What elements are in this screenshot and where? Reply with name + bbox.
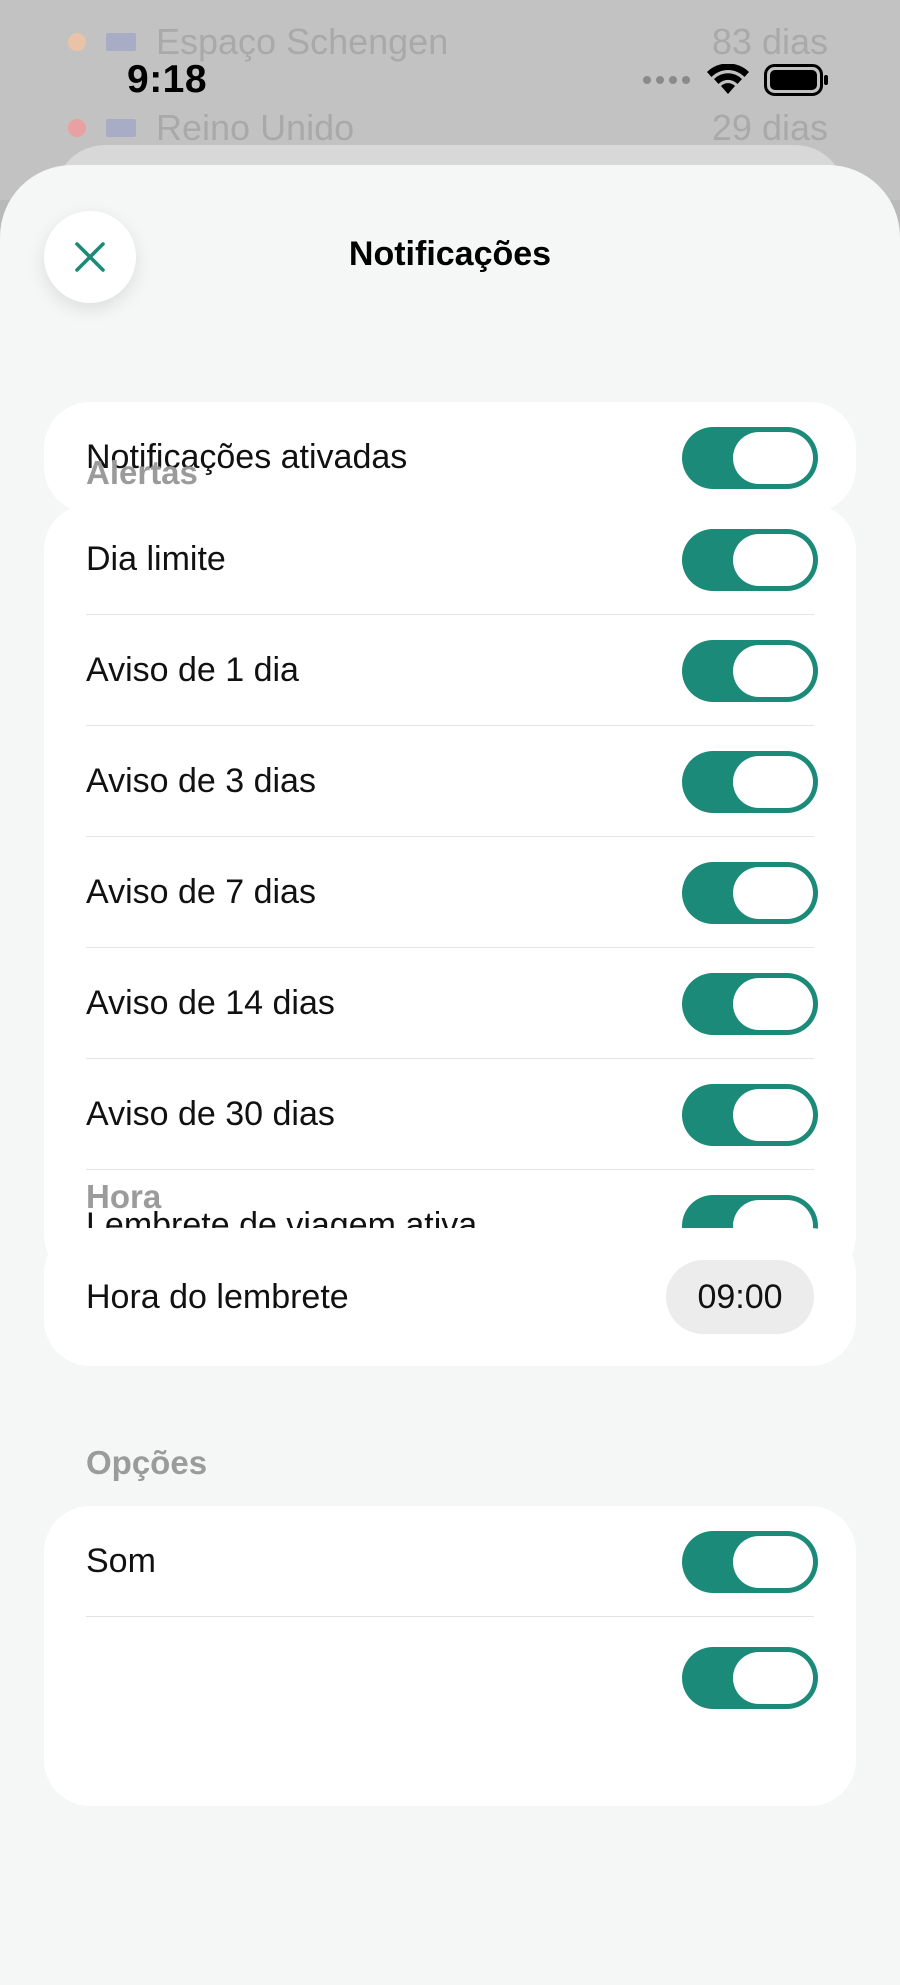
alert-row-30-days: Aviso de 30 dias (44, 1059, 856, 1170)
signal-dots-icon (643, 76, 690, 84)
toggle-knob (733, 1535, 813, 1588)
toggle-knob (733, 1088, 813, 1141)
alert-label: Aviso de 7 dias (86, 873, 316, 911)
toggle-knob (733, 866, 813, 919)
option-toggle-switch[interactable] (682, 1647, 818, 1709)
option-row-sound: Som (44, 1506, 856, 1617)
toggle-knob (733, 1652, 813, 1704)
reminder-time-label: Hora do lembrete (86, 1277, 349, 1316)
alert-label: Aviso de 30 dias (86, 1095, 335, 1133)
toggle-knob (733, 431, 813, 484)
reminder-time-picker[interactable]: 09:00 (666, 1260, 814, 1334)
alert-toggle-switch[interactable] (682, 639, 818, 702)
section-title-time: Hora (86, 1178, 162, 1215)
sheet-title: Notificações (348, 235, 552, 273)
alert-row-deadline: Dia limite (44, 504, 856, 615)
master-toggle-switch[interactable] (682, 426, 818, 489)
alert-label: Aviso de 14 dias (86, 984, 335, 1022)
alert-row-3-days: Aviso de 3 dias (44, 726, 856, 837)
alert-row-1-day: Aviso de 1 dia (44, 615, 856, 726)
alert-row-7-days: Aviso de 7 dias (44, 837, 856, 948)
wifi-icon (707, 64, 749, 94)
alert-row-14-days: Aviso de 14 dias (44, 948, 856, 1059)
alerts-card: Dia limite Aviso de 1 dia Aviso de 3 dia… (44, 504, 856, 1281)
toggle-knob (733, 755, 813, 808)
alert-label: Dia limite (86, 540, 226, 578)
section-title-alerts: Alertas (86, 454, 198, 491)
alert-label: Aviso de 1 dia (86, 651, 299, 689)
status-bar: 9:18 (0, 0, 900, 160)
options-card: Som (44, 1506, 856, 1806)
alert-label: Aviso de 3 dias (86, 762, 316, 800)
toggle-knob (733, 977, 813, 1030)
section-title-options: Opções (86, 1444, 208, 1481)
reminder-time-row: Hora do lembrete 09:00 (44, 1228, 856, 1366)
alert-toggle-switch[interactable] (682, 861, 818, 924)
option-row-next (44, 1617, 856, 1728)
alert-toggle-switch[interactable] (682, 750, 818, 813)
notifications-sheet: Notificações Notificações ativadas Alert… (0, 165, 900, 1985)
status-time: 9:18 (127, 58, 208, 101)
time-card: Hora do lembrete 09:00 (44, 1228, 856, 1366)
alert-toggle-switch[interactable] (682, 1083, 818, 1146)
toggle-knob (733, 644, 813, 697)
status-icons (642, 64, 830, 96)
option-label: Som (86, 1542, 156, 1580)
option-toggle-switch[interactable] (682, 1530, 818, 1593)
battery-icon (764, 64, 828, 96)
alert-toggle-switch[interactable] (682, 972, 818, 1035)
alert-toggle-switch[interactable] (682, 528, 818, 591)
toggle-knob (733, 533, 813, 586)
